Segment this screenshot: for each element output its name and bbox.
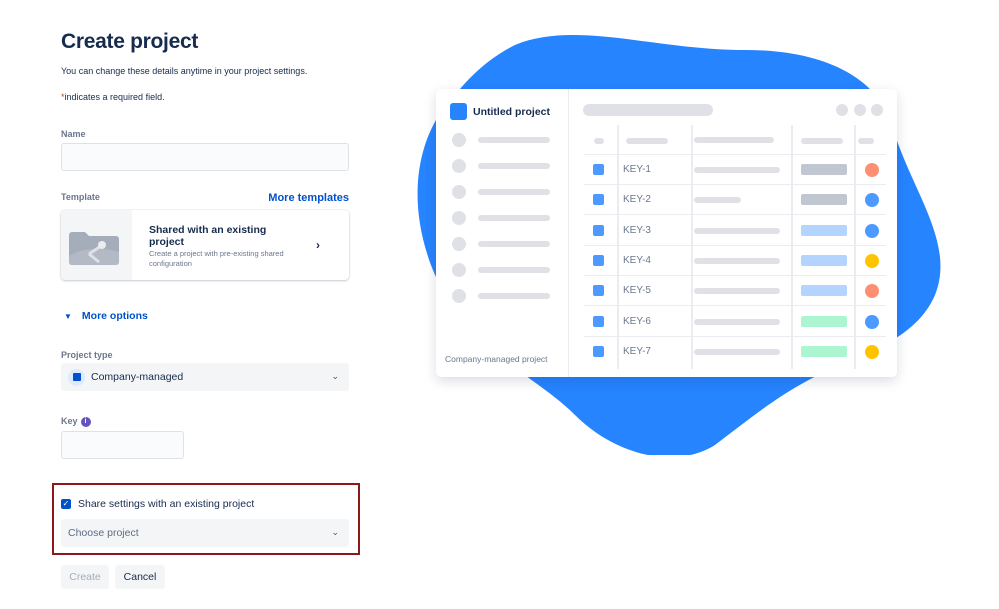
preview-window-dot <box>871 104 883 116</box>
shared-folder-icon <box>69 232 119 265</box>
chevron-down-icon: ⌄ <box>331 370 339 381</box>
issue-priority-icon <box>865 344 879 359</box>
issue-summary-placeholder <box>694 288 780 295</box>
issue-summary-placeholder <box>694 167 780 173</box>
project-type-label: Project type <box>61 350 113 360</box>
issue-status-badge <box>801 315 847 327</box>
key-label: Key i <box>61 416 91 427</box>
name-input[interactable] <box>61 143 349 171</box>
template-name: Shared with an existing project <box>149 224 267 248</box>
project-type-select[interactable]: Company-managed ⌄ <box>61 363 349 391</box>
page-subtitle: You can change these details anytime in … <box>61 66 308 76</box>
share-settings-checkbox-row[interactable]: ✓ Share settings with an existing projec… <box>61 498 254 510</box>
company-managed-icon <box>68 368 85 386</box>
preview-footer: Company-managed project <box>445 354 548 364</box>
issue-summary-placeholder <box>694 197 741 204</box>
issue-status-badge <box>801 345 847 357</box>
issue-summary-placeholder <box>694 348 780 355</box>
template-card[interactable]: Shared with an existing project Create a… <box>61 210 349 280</box>
template-thumbnail <box>61 210 132 280</box>
template-description: Create a project with pre-existing share… <box>149 249 284 268</box>
project-type-value: Company-managed <box>91 371 184 383</box>
issue-checkbox-icon <box>593 345 604 357</box>
required-note-text: indicates a required field. <box>64 92 165 102</box>
chevron-right-icon: › <box>316 238 320 252</box>
issue-key: KEY-6 <box>623 315 651 327</box>
preview-header-row <box>584 125 886 155</box>
issue-priority-icon <box>865 223 879 238</box>
issue-summary-placeholder <box>694 318 780 325</box>
required-note: *indicates a required field. <box>61 92 165 102</box>
preview-sidebar-item <box>452 185 550 199</box>
issue-checkbox-icon <box>593 194 604 206</box>
preview-sidebar-item <box>452 211 550 225</box>
preview-window-dot <box>854 104 866 116</box>
issue-checkbox-icon <box>593 224 604 236</box>
issue-checkbox-icon <box>593 254 604 266</box>
project-preview-illustration: Untitled project Company-managed project… <box>436 89 897 377</box>
cancel-button[interactable]: Cancel <box>115 565 165 589</box>
key-input[interactable] <box>61 431 184 459</box>
preview-sidebar: Untitled project Company-managed project <box>436 89 569 377</box>
choose-project-placeholder: Choose project <box>68 527 139 539</box>
key-label-text: Key <box>61 416 78 426</box>
choose-project-select[interactable]: Choose project ⌄ <box>61 519 349 547</box>
more-templates-link[interactable]: More templates <box>268 192 349 204</box>
preview-sidebar-item <box>452 133 550 147</box>
issue-checkbox-icon <box>593 164 604 175</box>
page-title: Create project <box>61 30 199 53</box>
issue-checkbox-icon <box>593 315 604 327</box>
issue-key: KEY-7 <box>623 345 651 357</box>
chevron-down-icon: ▼ <box>64 311 72 321</box>
issue-status-badge <box>801 254 847 266</box>
chevron-down-icon: ⌄ <box>331 526 339 537</box>
name-label: Name <box>61 129 86 139</box>
preview-sidebar-item <box>452 237 550 251</box>
more-options-toggle[interactable]: ▼ More options <box>64 310 148 322</box>
issue-status-badge <box>801 194 847 206</box>
preview-sidebar-item <box>452 289 550 303</box>
preview-project-title: Untitled project <box>473 106 551 118</box>
issue-summary-placeholder <box>694 227 780 234</box>
issue-key: KEY-3 <box>623 224 651 236</box>
issue-priority-icon <box>865 253 879 268</box>
issue-key: KEY-5 <box>623 285 651 297</box>
create-button[interactable]: Create <box>61 565 109 589</box>
issue-key: KEY-4 <box>623 254 651 266</box>
issue-key: KEY-2 <box>623 194 651 206</box>
issue-summary-placeholder <box>694 257 780 264</box>
preview-window-dot <box>836 104 848 116</box>
issue-key: KEY-1 <box>623 164 651 175</box>
issue-priority-icon <box>865 163 879 177</box>
info-icon[interactable]: i <box>80 416 91 427</box>
project-logo-icon <box>450 103 467 120</box>
issue-status-badge <box>801 285 847 297</box>
preview-sidebar-item <box>452 159 550 173</box>
more-options-label: More options <box>81 310 148 322</box>
preview-search-bar <box>583 104 713 116</box>
template-label: Template <box>61 192 100 202</box>
share-settings-checkbox[interactable]: ✓ <box>61 499 71 509</box>
share-settings-label: Share settings with an existing project <box>78 498 255 510</box>
issue-status-badge <box>801 224 847 236</box>
issue-checkbox-icon <box>593 285 604 297</box>
issue-status-badge <box>801 164 847 175</box>
preview-sidebar-item <box>452 263 550 277</box>
issue-priority-icon <box>865 314 879 329</box>
